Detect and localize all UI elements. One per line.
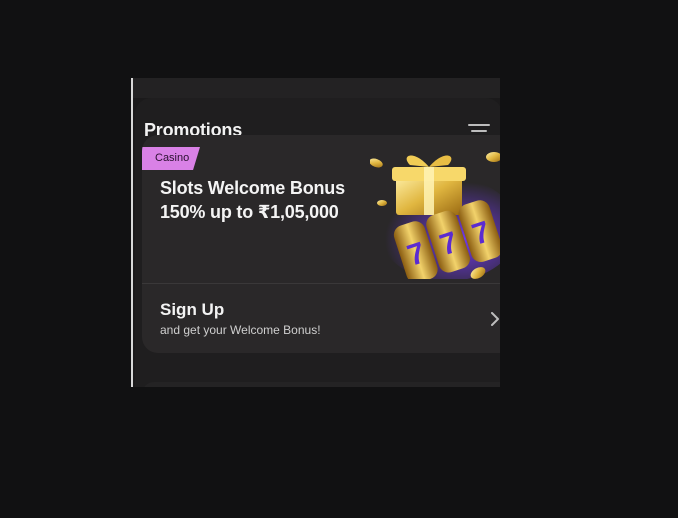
slot-machine-gift-icon: 7 7 7	[370, 152, 500, 279]
next-promotion-card[interactable]	[142, 382, 500, 387]
signup-link[interactable]: Sign Up and get your Welcome Bonus!	[142, 284, 500, 353]
category-badge: Casino	[142, 147, 200, 170]
signup-subtitle: and get your Welcome Bonus!	[160, 323, 321, 337]
top-bar	[133, 78, 500, 98]
offer-title: Slots Welcome Bonus	[160, 178, 345, 198]
offer-amount: 150% up to ₹1,05,000	[160, 202, 339, 222]
chevron-right-icon	[491, 312, 499, 326]
promotion-card[interactable]: Casino Slots Welcome Bonus 150% up to ₹1…	[142, 135, 500, 353]
signup-title: Sign Up	[160, 300, 225, 319]
app-viewport: Promotions Casino Slots Welcome Bonus 15…	[131, 78, 500, 387]
